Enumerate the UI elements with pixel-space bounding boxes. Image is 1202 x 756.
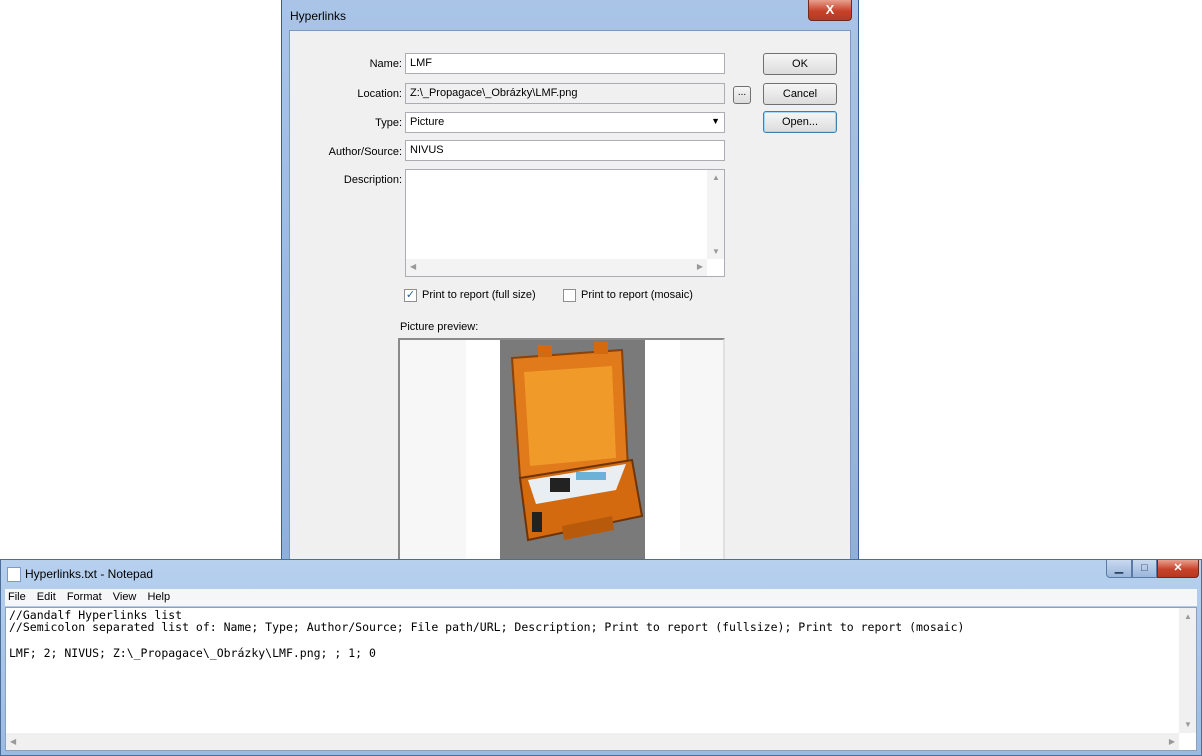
maximize-button[interactable]: □ (1132, 560, 1157, 578)
notepad-icon (7, 567, 21, 582)
name-label: Name: (369, 58, 402, 70)
dialog-close-button[interactable]: X (808, 0, 852, 21)
chevron-down-icon: ▼ (711, 116, 720, 126)
author-label: Author/Source: (328, 146, 402, 158)
description-horizontal-scrollbar[interactable]: ◀ ▶ (406, 259, 707, 276)
description-label: Description: (343, 174, 402, 186)
menu-help[interactable]: Help (147, 589, 170, 606)
checkmark-icon: ✓ (405, 289, 416, 301)
type-selected-value: Picture (410, 116, 445, 128)
notepad-text-area[interactable]: //Gandalf Hyperlinks list //Semicolon se… (5, 607, 1197, 751)
preview-image-frame (466, 340, 680, 559)
print-mosaic-checkbox[interactable] (563, 289, 576, 302)
preview-label: Picture preview: (400, 321, 479, 333)
author-field[interactable]: NIVUS (405, 140, 725, 161)
cancel-button[interactable]: Cancel (763, 83, 837, 105)
close-icon: ✕ (1173, 562, 1183, 574)
text-line: LMF; 2; NIVUS; Z:\_Propagace\_Obrázky\LM… (9, 646, 376, 660)
menu-format[interactable]: Format (67, 589, 102, 606)
scroll-down-icon[interactable]: ▼ (712, 247, 720, 256)
dialog-title: Hyperlinks (290, 9, 347, 23)
minimize-button[interactable]: ▁ (1106, 560, 1132, 578)
type-dropdown[interactable]: Picture ▼ (405, 112, 725, 133)
device-case-image (500, 340, 645, 559)
menu-edit[interactable]: Edit (37, 589, 56, 606)
text-line: //Semicolon separated list of: Name; Typ… (9, 620, 965, 634)
name-field[interactable]: LMF (405, 53, 725, 74)
notepad-vertical-scrollbar[interactable]: ▲ ▼ (1179, 608, 1196, 733)
notepad-title: Hyperlinks.txt - Notepad (25, 567, 154, 581)
type-label: Type: (375, 117, 402, 129)
description-vertical-scrollbar[interactable]: ▲ ▼ (707, 170, 724, 259)
scroll-up-icon[interactable]: ▲ (1184, 612, 1192, 621)
minimize-icon: ▁ (1114, 562, 1124, 574)
notepad-menu-bar: File Edit Format View Help (5, 589, 1197, 606)
hyperlinks-dialog: Hyperlinks X Name: LMF Location: Z:\_Pro… (281, 0, 859, 560)
notepad-horizontal-scrollbar[interactable]: ◀ ▶ (6, 733, 1179, 750)
notepad-close-button[interactable]: ✕ (1157, 560, 1199, 578)
menu-view[interactable]: View (113, 589, 137, 606)
maximize-icon: □ (1141, 562, 1148, 574)
browse-button[interactable]: ... (733, 86, 751, 104)
print-full-label: Print to report (full size) (422, 289, 536, 301)
scroll-right-icon[interactable]: ▶ (1169, 737, 1175, 746)
scroll-left-icon[interactable]: ◀ (410, 262, 416, 271)
open-button[interactable]: Open... (763, 111, 837, 133)
scroll-right-icon[interactable]: ▶ (697, 262, 703, 271)
picture-preview (398, 338, 725, 559)
scroll-down-icon[interactable]: ▼ (1184, 720, 1192, 729)
scroll-left-icon[interactable]: ◀ (10, 737, 16, 746)
scroll-up-icon[interactable]: ▲ (712, 173, 720, 182)
menu-file[interactable]: File (8, 589, 26, 606)
location-label: Location: (357, 88, 402, 100)
notepad-window: Hyperlinks.txt - Notepad ▁ □ ✕ File Edit… (0, 559, 1202, 756)
print-mosaic-label: Print to report (mosaic) (581, 289, 693, 301)
print-full-checkbox[interactable]: ✓ (404, 289, 417, 302)
ok-button[interactable]: OK (763, 53, 837, 75)
description-textarea[interactable]: ▲ ▼ ◀ ▶ (405, 169, 725, 277)
dialog-client-area: Name: LMF Location: Z:\_Propagace\_Obráz… (289, 30, 851, 560)
location-field[interactable]: Z:\_Propagace\_Obrázky\LMF.png (405, 83, 725, 104)
